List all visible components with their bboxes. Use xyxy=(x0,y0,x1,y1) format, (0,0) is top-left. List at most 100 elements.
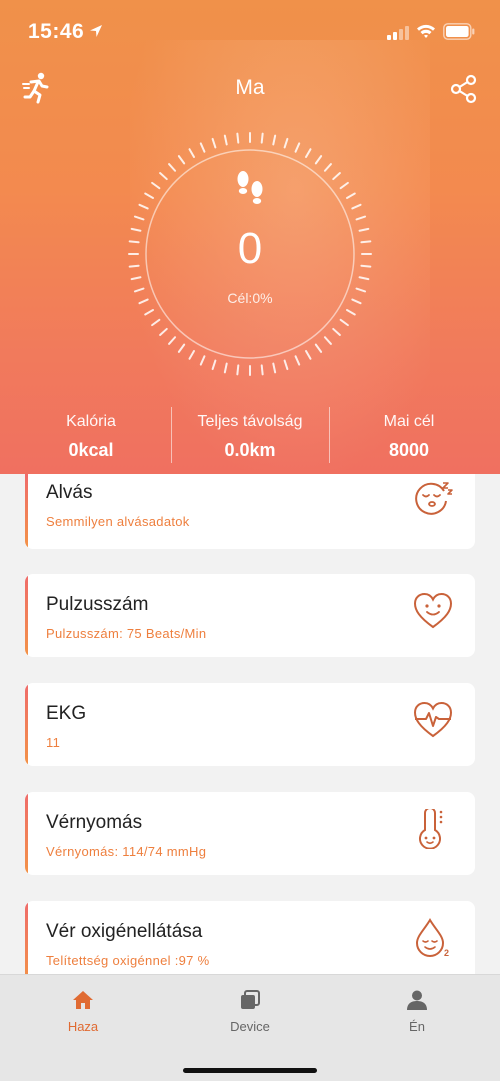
ring-tick xyxy=(168,336,177,345)
ring-tick xyxy=(211,137,217,149)
ring-tick xyxy=(159,172,168,181)
thermometer-face-icon xyxy=(419,809,443,849)
ring-tick xyxy=(272,362,277,374)
ring-tick xyxy=(144,192,155,199)
ring-tick xyxy=(314,343,323,353)
ring-tick xyxy=(339,318,349,327)
ring-tick xyxy=(355,215,367,221)
stat-distance: Teljes távolság 0.0km xyxy=(167,405,333,461)
header-hero: 15:46 Ma 0 Cél:0% Kalória 0kcal Teljes t… xyxy=(0,0,500,474)
share-icon[interactable] xyxy=(450,74,478,104)
ring-tick xyxy=(177,155,186,165)
ring-tick xyxy=(283,137,289,149)
card-subtitle: 11 xyxy=(46,735,61,750)
card-subtitle: Telítettség oxigénnel :97 % xyxy=(46,953,210,968)
battery-icon xyxy=(443,23,475,40)
stat-label: Kalória xyxy=(66,413,116,430)
ring-tick xyxy=(177,343,186,353)
ring-tick xyxy=(168,163,177,172)
ring-tick xyxy=(339,181,349,190)
ring-tick xyxy=(199,142,206,153)
stat-label: Mai cél xyxy=(383,413,435,430)
home-icon xyxy=(73,991,93,1009)
ring-tick xyxy=(151,181,161,190)
ring-tick xyxy=(305,148,312,159)
card-heart-rate[interactable]: Pulzusszám Pulzusszám: 75 Beats/Min xyxy=(25,574,475,657)
ring-tick xyxy=(223,362,228,374)
ring-tick xyxy=(133,215,145,221)
card-blood-pressure[interactable]: Vérnyomás Vérnyomás: 114/74 mmHg xyxy=(25,792,475,875)
tab-device[interactable]: Device xyxy=(167,989,333,1034)
stat-value: 8000 xyxy=(388,440,430,460)
ring-tick xyxy=(188,349,195,360)
ring-tick xyxy=(332,327,341,336)
ring-tick xyxy=(314,155,323,165)
ring-tick xyxy=(260,132,264,144)
card-title: Vér oxigénellátása xyxy=(46,921,203,942)
card-ecg[interactable]: EKG 11 xyxy=(25,683,475,766)
ring-tick xyxy=(223,134,228,146)
bottom-tab-bar: Haza Device Én xyxy=(0,974,500,1081)
heart-ecg-icon xyxy=(413,701,453,738)
ring-tick xyxy=(159,327,168,336)
ring-tick xyxy=(345,309,356,316)
ring-tick xyxy=(199,355,206,366)
device-icon xyxy=(241,990,260,1009)
ring-tick xyxy=(283,359,289,371)
card-subtitle: Vérnyomás: 114/74 mmHg xyxy=(46,844,207,859)
ring-tick xyxy=(236,364,240,376)
card-title: Alvás xyxy=(46,482,93,503)
cellular-signal-icon xyxy=(387,26,409,40)
tab-label: Device xyxy=(230,1019,270,1034)
daily-stats: Kalória 0kcal Teljes távolság 0.0km Mai … xyxy=(0,405,500,465)
ring-tick xyxy=(332,172,341,181)
card-blood-oxygen[interactable]: Vér oxigénellátása Telítettség oxigénnel… xyxy=(25,901,475,984)
stat-label: Teljes távolság xyxy=(197,413,303,430)
ring-tick xyxy=(260,364,264,376)
tab-me[interactable]: Én xyxy=(334,989,500,1034)
card-title: Vérnyomás xyxy=(46,812,143,833)
stat-value: 0.0km xyxy=(224,440,276,460)
stat-value: 0kcal xyxy=(68,440,114,460)
ring-tick xyxy=(138,203,149,210)
person-icon xyxy=(407,990,427,1010)
ring-tick xyxy=(272,134,277,146)
footprints-icon xyxy=(237,171,263,204)
card-sleep[interactable]: Alvás Semmilyen alvásadatok xyxy=(25,474,475,549)
ring-tick xyxy=(345,192,356,199)
drop-o2-icon: 2 xyxy=(415,918,449,958)
stat-daily-goal: Mai cél 8000 xyxy=(326,405,492,461)
ring-tick xyxy=(323,336,332,345)
card-title: Pulzusszám xyxy=(46,594,149,615)
ring-tick xyxy=(294,142,301,153)
stat-calories: Kalória 0kcal xyxy=(8,405,174,461)
card-title: EKG xyxy=(46,703,87,724)
ring-tick xyxy=(211,359,217,371)
ring-tick xyxy=(144,309,155,316)
card-subtitle: Pulzusszám: 75 Beats/Min xyxy=(46,626,207,641)
status-bar: 15:46 xyxy=(0,0,500,64)
sleep-face-icon xyxy=(415,482,453,515)
ring-tick xyxy=(305,349,312,360)
ring-tick xyxy=(358,276,370,281)
home-indicator xyxy=(183,1068,317,1073)
tab-label: Én xyxy=(409,1019,425,1034)
ring-tick xyxy=(130,276,142,281)
ring-tick xyxy=(294,355,301,366)
heart-smile-icon xyxy=(413,592,453,629)
location-arrow-icon xyxy=(90,25,102,37)
wifi-icon xyxy=(417,24,435,38)
ring-tick xyxy=(351,203,362,210)
goal-percentage: Cél:0% xyxy=(227,290,273,306)
status-time: 15:46 xyxy=(28,20,85,43)
ring-tick xyxy=(151,318,161,327)
page-title: Ma xyxy=(235,76,265,99)
card-subtitle: Semmilyen alvásadatok xyxy=(46,514,190,529)
step-count: 0 xyxy=(237,224,263,273)
svg-text:2: 2 xyxy=(444,948,449,958)
tab-home[interactable]: Haza xyxy=(0,989,166,1034)
tab-label: Haza xyxy=(67,1019,99,1034)
ring-tick xyxy=(188,148,195,159)
ring-tick xyxy=(323,163,332,172)
ring-tick xyxy=(236,132,240,144)
